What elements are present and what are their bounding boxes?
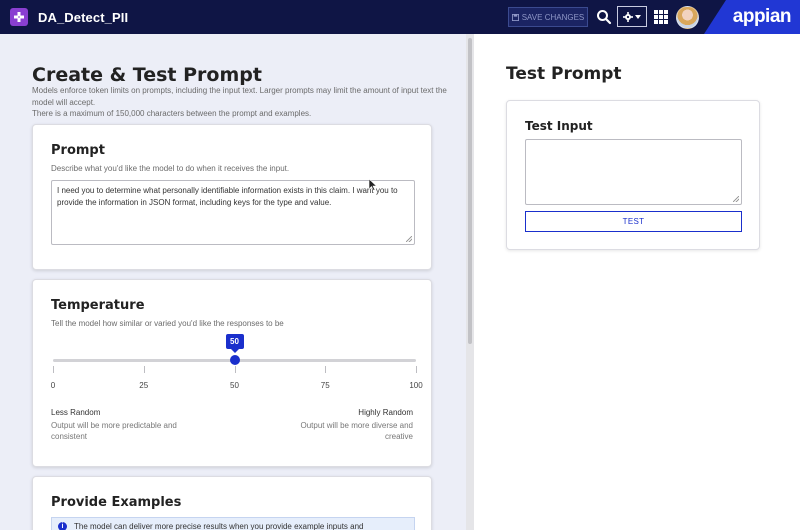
settings-menu-button[interactable] (617, 6, 647, 27)
gear-icon (623, 11, 633, 22)
save-changes-label: SAVE CHANGES (521, 12, 585, 22)
less-random-label: Less Random (51, 408, 101, 417)
slider-tick-label: 50 (230, 381, 239, 390)
scrollbar-thumb[interactable] (468, 38, 472, 344)
slider-tick (325, 366, 327, 373)
slider-tick (234, 366, 236, 373)
caret-down-icon (635, 14, 641, 19)
info-icon: i (58, 522, 67, 530)
prompt-text: I need you to determine what personally … (57, 186, 398, 207)
character-limit-note: There is a maximum of 150,000 characters… (32, 109, 312, 118)
save-changes-button[interactable]: SAVE CHANGES (508, 7, 588, 27)
slider-tick (143, 366, 145, 373)
grid-icon[interactable] (654, 10, 668, 24)
test-input-label: Test Input (525, 119, 593, 133)
test-input-field[interactable] (525, 139, 742, 205)
page-subtitle: Models enforce token limits on prompts, … (32, 85, 452, 120)
top-bar: DA_Detect_PII SAVE CHANGES appian (0, 0, 800, 34)
prompt-description: Describe what you'd like the model to do… (51, 164, 290, 173)
token-limit-note: Models enforce token limits on prompts, … (32, 86, 447, 107)
examples-title: Provide Examples (51, 495, 182, 510)
appian-logo: appian (704, 0, 800, 34)
app-icon (10, 8, 28, 26)
slider-tick-label: 25 (139, 381, 149, 390)
temperature-card: Temperature Tell the model how similar o… (32, 279, 432, 467)
prompt-card: Prompt Describe what you'd like the mode… (32, 124, 432, 270)
prompt-editor-pane: Create & Test Prompt Models enforce toke… (0, 34, 466, 530)
test-prompt-title: Test Prompt (506, 64, 622, 84)
prompt-textarea[interactable]: I need you to determine what personally … (51, 180, 415, 245)
highly-random-note: Output will be more diverse and creative (300, 421, 414, 441)
prompt-title: Prompt (51, 143, 105, 158)
pane-divider-scrollbar[interactable] (466, 34, 474, 530)
test-button[interactable]: TEST (525, 211, 742, 232)
save-icon (511, 13, 519, 21)
temperature-slider-thumb[interactable] (229, 355, 240, 365)
slider-tick (53, 366, 54, 373)
resize-handle[interactable] (406, 236, 412, 242)
test-input-card: Test Input TEST (506, 100, 760, 250)
page-title: Create & Test Prompt (32, 64, 262, 86)
search-icon[interactable] (596, 9, 612, 25)
slider-tick-label: 100 (409, 381, 423, 390)
examples-card: Provide Examples i The model can deliver… (32, 476, 432, 530)
test-prompt-pane: Test Prompt Test Input TEST (474, 34, 800, 530)
slider-tick-label: 75 (320, 381, 330, 390)
avatar[interactable] (676, 6, 699, 29)
examples-info-banner: i The model can deliver more precise res… (51, 517, 415, 530)
temperature-title: Temperature (51, 298, 145, 313)
slider-tick (416, 366, 417, 373)
highly-random-label: Highly Random (358, 408, 413, 417)
less-random-note: Output will be more predictable and cons… (51, 421, 177, 441)
slider-value-badge: 50 (225, 334, 244, 353)
resize-handle[interactable] (733, 196, 739, 202)
app-title: DA_Detect_PII (38, 10, 129, 25)
slider-tick-label: 0 (50, 381, 56, 390)
temperature-description: Tell the model how similar or varied you… (51, 319, 284, 328)
mouse-cursor-icon (369, 179, 377, 191)
examples-info-text: The model can deliver more precise resul… (74, 522, 364, 530)
